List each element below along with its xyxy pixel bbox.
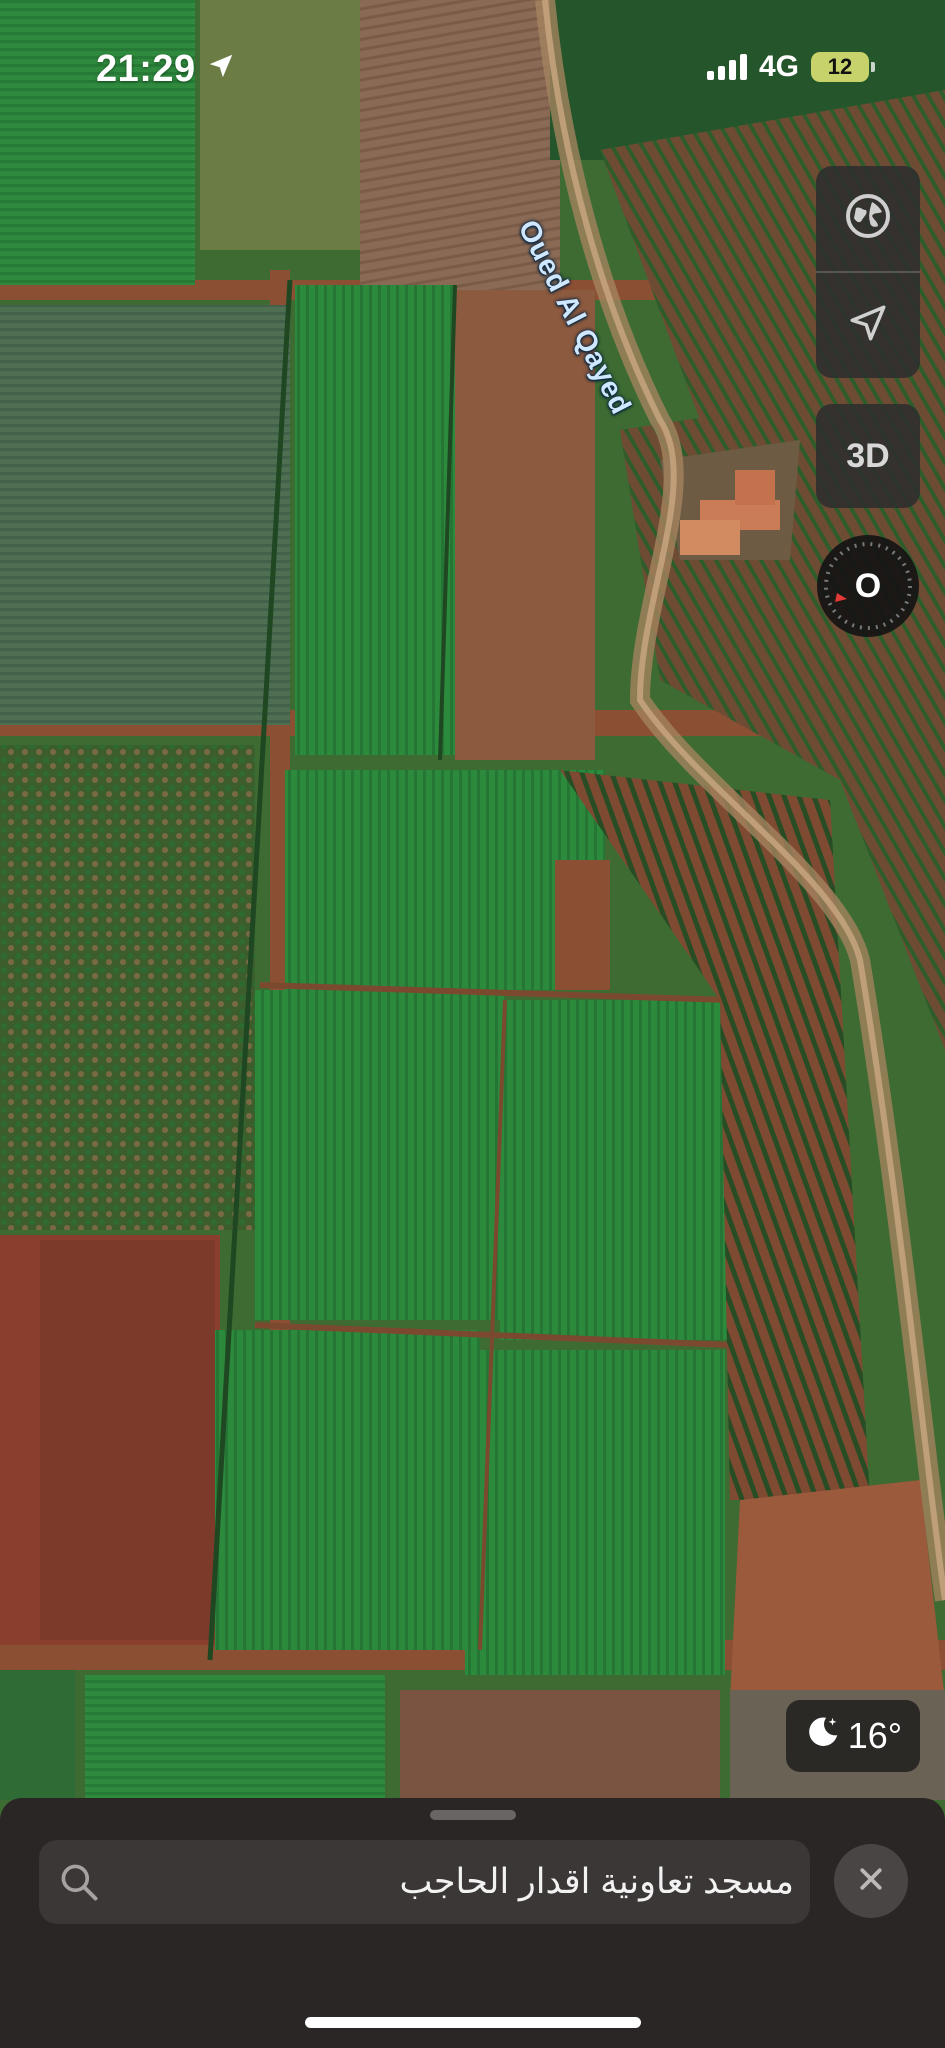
sheet-grabber[interactable] bbox=[430, 1810, 516, 1820]
search-sheet[interactable]: مسجد تعاونية اقدار الحاجب bbox=[0, 1798, 945, 2048]
status-indicators: 4G 12 bbox=[706, 50, 875, 84]
temperature: 16° bbox=[847, 1715, 903, 1756]
compass-button[interactable]: O bbox=[817, 535, 919, 637]
compass-direction: O bbox=[854, 566, 882, 605]
moon-stars-icon bbox=[804, 1713, 842, 1760]
locate-button[interactable] bbox=[816, 273, 920, 378]
search-icon bbox=[57, 1860, 101, 1909]
home-indicator[interactable] bbox=[305, 2017, 641, 2028]
clear-search-button[interactable] bbox=[834, 1844, 908, 1918]
weather-badge[interactable]: 16° bbox=[786, 1700, 920, 1772]
search-field[interactable]: مسجد تعاونية اقدار الحاجب bbox=[39, 1840, 810, 1924]
map-mode-button[interactable] bbox=[816, 166, 920, 271]
battery-icon: 12 bbox=[811, 52, 875, 82]
status-time: 21:29 bbox=[96, 48, 236, 91]
location-arrow-icon bbox=[206, 48, 236, 91]
map-controls bbox=[816, 166, 920, 378]
globe-icon bbox=[844, 192, 892, 245]
network-type: 4G bbox=[758, 50, 799, 83]
location-arrow-icon bbox=[847, 302, 889, 349]
cellular-signal-icon bbox=[706, 54, 747, 80]
close-icon bbox=[856, 1864, 886, 1899]
view-3d-button[interactable]: 3D bbox=[816, 404, 920, 508]
battery-level: 12 bbox=[827, 54, 853, 79]
clock: 21:29 bbox=[96, 48, 196, 90]
search-query[interactable]: مسجد تعاونية اقدار الحاجب bbox=[400, 1840, 794, 1924]
